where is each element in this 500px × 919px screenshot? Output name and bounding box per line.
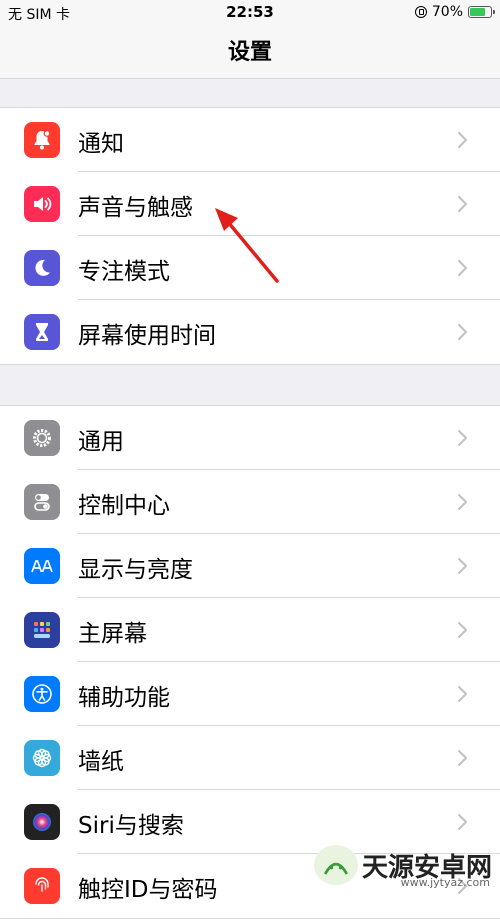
row-label: 屏幕使用时间 (78, 323, 216, 349)
row-label: 辅助功能 (78, 685, 170, 711)
settings-row-control-center[interactable]: 控制中心 (0, 470, 500, 534)
chevron-right-icon (457, 557, 468, 575)
toggles-icon (24, 484, 60, 520)
orientation-lock-icon (414, 6, 427, 18)
row-label: 控制中心 (78, 493, 170, 519)
android-logo-icon (313, 845, 358, 885)
settings-row-sounds[interactable]: 声音与触感 (0, 172, 500, 236)
settings-row-wallpaper[interactable]: 墙纸 (0, 726, 500, 790)
text-size-icon (24, 548, 60, 584)
navigation-bar: 设置 (0, 28, 500, 79)
row-label: 墙纸 (78, 749, 124, 775)
settings-row-notifications[interactable]: 通知 (0, 108, 500, 172)
fingerprint-icon (24, 868, 60, 904)
row-label: 声音与触感 (78, 195, 193, 221)
flower-icon (24, 740, 60, 776)
chevron-right-icon (457, 323, 468, 341)
row-label: 主屏幕 (78, 621, 147, 647)
accessibility-icon (24, 676, 60, 712)
settings-row-general[interactable]: 通用 (0, 406, 500, 470)
row-label: Siri与搜索 (78, 813, 184, 839)
row-label: 显示与亮度 (78, 557, 193, 583)
speaker-icon (24, 186, 60, 222)
chevron-right-icon (457, 749, 468, 767)
settings-group-1: 通知 声音与触感 专注模式 屏幕使用时间 (0, 107, 500, 365)
chevron-right-icon (457, 131, 468, 149)
settings-group-2: 通用 控制中心 显示与亮度 主屏幕 辅助功能 墙纸 Siri与搜索 触控ID与密… (0, 405, 500, 919)
hourglass-icon (24, 314, 60, 350)
settings-row-display[interactable]: 显示与亮度 (0, 534, 500, 598)
status-bar: 无 SIM 卡 22:53 70% (0, 0, 500, 28)
page-title: 设置 (227, 40, 272, 65)
settings-row-home-screen[interactable]: 主屏幕 (0, 598, 500, 662)
moon-icon (24, 250, 60, 286)
siri-icon (24, 804, 60, 840)
settings-row-focus[interactable]: 专注模式 (0, 236, 500, 300)
watermark-url: www.jytyaz.com (400, 876, 490, 889)
chevron-right-icon (457, 429, 468, 447)
row-label: 专注模式 (78, 259, 170, 285)
settings-row-accessibility[interactable]: 辅助功能 (0, 662, 500, 726)
chevron-right-icon (457, 685, 468, 703)
chevron-right-icon (457, 813, 468, 831)
gear-icon (24, 420, 60, 456)
row-label: 通用 (78, 429, 124, 455)
chevron-right-icon (457, 195, 468, 213)
app-grid-icon (24, 612, 60, 648)
battery-percent: 70% (431, 4, 463, 20)
battery-icon (468, 6, 495, 18)
chevron-right-icon (457, 493, 468, 511)
bell-icon (24, 122, 60, 158)
chevron-right-icon (457, 259, 468, 277)
chevron-right-icon (457, 621, 468, 639)
row-label: 触控ID与密码 (78, 877, 218, 903)
settings-row-screen-time[interactable]: 屏幕使用时间 (0, 300, 500, 364)
row-label: 通知 (78, 131, 124, 157)
status-right: 70% (414, 4, 495, 20)
